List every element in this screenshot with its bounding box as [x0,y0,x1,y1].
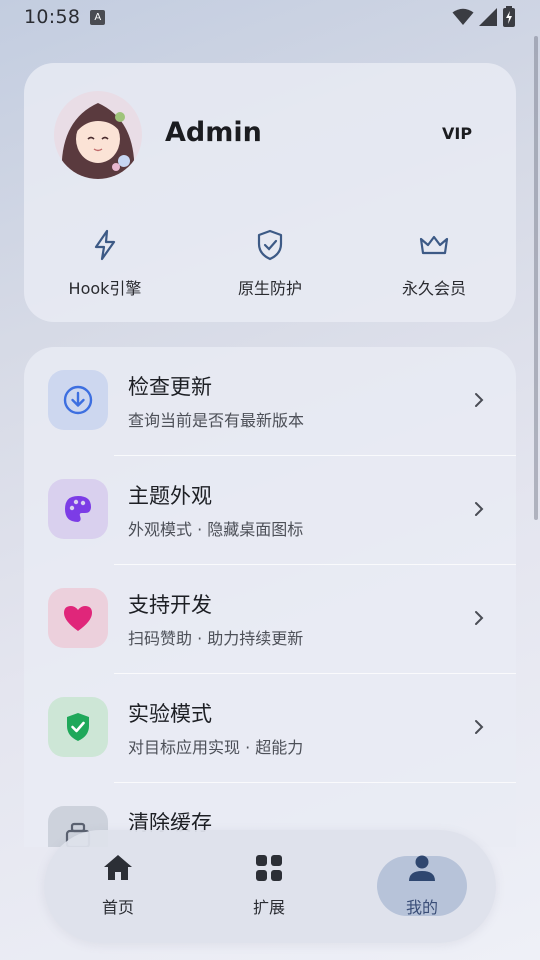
setting-theme[interactable]: 主题外观 外观模式 · 隐藏桌面图标 [24,456,516,565]
settings-list: 检查更新 查询当前是否有最新版本 主题外观 外观模式 · 隐藏桌面图标 支持开发… [24,347,516,847]
setting-experimental[interactable]: 实验模式 对目标应用实现 · 超能力 [24,674,516,783]
bottom-nav: 首页 扩展 我的 [44,830,496,943]
setting-title: 主题外观 [128,484,212,508]
setting-subtitle: 扫码赞助 · 助力持续更新 [128,629,304,648]
shield-check-icon [257,229,283,261]
feature-native-protection[interactable]: 原生防护 [190,229,350,299]
avatar-image [54,91,142,179]
status-time: 10:58 [24,6,81,28]
nav-item-home[interactable]: 首页 [68,852,168,922]
nav-label: 扩展 [252,898,285,917]
feature-label: 永久会员 [401,279,466,298]
profile-name: Admin [165,117,262,148]
setting-icon-bg [48,697,108,757]
nav-item-extensions[interactable]: 扩展 [219,852,319,922]
setting-title: 支持开发 [128,593,212,617]
nav-label: 首页 [101,898,134,917]
nav-item-mine[interactable]: 我的 [372,852,472,922]
chevron-right-icon [475,611,484,625]
nav-label: 我的 [405,898,438,917]
chevron-right-icon [475,502,484,516]
feature-lifetime-member[interactable]: 永久会员 [354,229,514,299]
setting-icon-bg [48,370,108,430]
vip-badge[interactable]: VIP [442,124,472,143]
setting-icon-bg [48,588,108,648]
avatar[interactable] [54,91,142,179]
person-icon [409,855,435,881]
lightning-icon [94,229,116,261]
setting-subtitle: 对目标应用实现 · 超能力 [128,738,304,757]
wifi-icon [452,8,474,25]
cell-signal-icon [479,8,497,26]
setting-icon-bg [48,479,108,539]
feature-label: 原生防护 [237,279,302,298]
shield-check-icon [67,713,89,741]
chevron-right-icon [475,393,484,407]
setting-subtitle: 查询当前是否有最新版本 [128,411,305,430]
palette-icon [65,496,91,522]
status-icons [452,6,516,28]
setting-subtitle: 外观模式 · 隐藏桌面图标 [128,520,304,539]
setting-support-dev[interactable]: 支持开发 扫码赞助 · 助力持续更新 [24,565,516,674]
grid-icon [256,855,282,881]
setting-title: 检查更新 [128,375,212,399]
heart-icon [64,606,92,631]
setting-check-update[interactable]: 检查更新 查询当前是否有最新版本 [24,347,516,456]
profile-card: Admin VIP Hook引擎 原生防护 永久会员 [24,63,516,322]
home-icon [104,855,132,880]
status-bar: 10:58 A [0,0,540,34]
chevron-right-icon [475,720,484,734]
feature-hook-engine[interactable]: Hook引擎 [25,229,185,299]
crown-icon [419,235,449,255]
battery-icon [503,6,515,27]
notification-icon: A [90,9,106,25]
scrollbar[interactable] [534,36,538,520]
feature-label: Hook引擎 [68,279,142,298]
download-icon [63,385,93,415]
setting-title: 实验模式 [128,702,212,726]
